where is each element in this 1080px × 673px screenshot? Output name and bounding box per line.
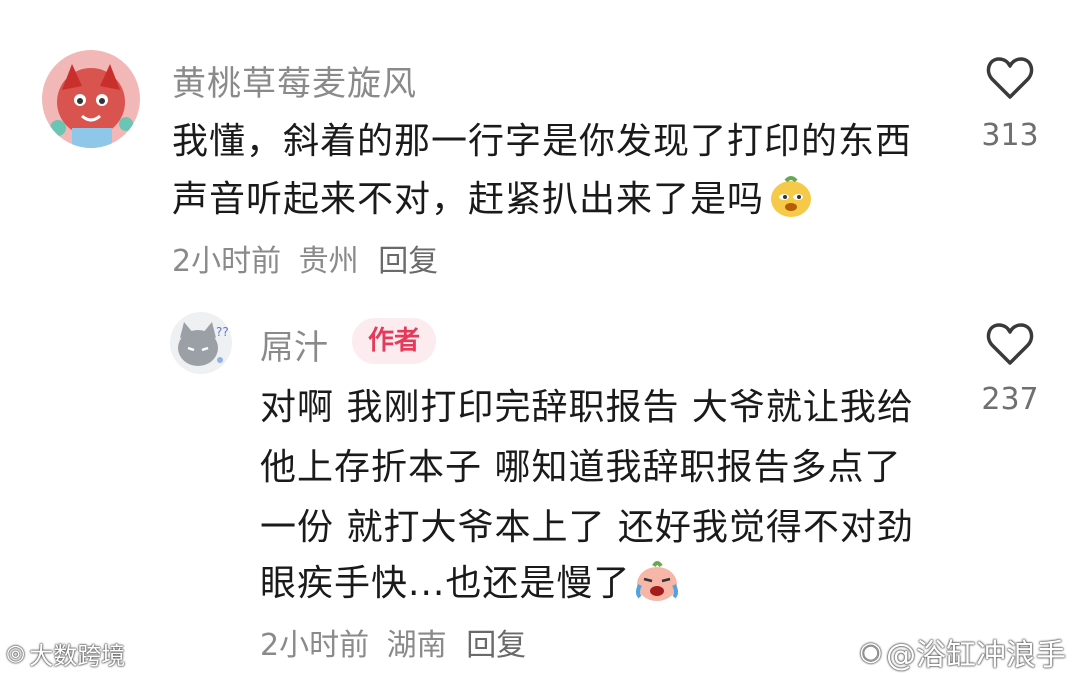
comment-text-line: 一份 就打大爷本上了 还好我觉得不对劲 (260, 507, 914, 548)
watermark-logo-icon: ◎ (6, 641, 26, 666)
watermark-text: @浴缸冲浪手 (886, 638, 1066, 673)
comment-location: 湖南 (386, 628, 447, 663)
comment-username[interactable]: 屌汁 (260, 320, 328, 369)
comment-meta: 2小时前 贵州 回复 (172, 236, 438, 280)
comment-location: 贵州 (298, 244, 359, 279)
comment-text-line: 对啊 我刚打印完辞职报告 大爷就让我给 (260, 387, 914, 428)
comment-text-line: 眼疾手快...也还是慢了 (260, 554, 680, 606)
comment-text: 眼疾手快...也还是慢了 (260, 563, 631, 604)
avatar-image (42, 50, 140, 148)
comment-meta: 2小时前 湖南 回复 (260, 620, 526, 664)
heart-icon[interactable] (986, 56, 1034, 100)
author-badge: 作者 (352, 318, 437, 364)
comment-text-line: 他上存折本子 哪知道我辞职报告多点了 (260, 447, 902, 488)
watermark-left: ◎ 大数跨境 (6, 636, 125, 671)
like-count: 237 (981, 382, 1039, 417)
sly-face-emoji (768, 173, 814, 219)
heart-icon[interactable] (986, 322, 1034, 366)
comment-text: 声音听起来不对，赶紧扒出来了是吗 (172, 179, 765, 220)
reply-button[interactable]: 回复 (466, 628, 526, 663)
weibo-logo-icon: ◉ (859, 637, 882, 667)
comment-time: 2小时前 (260, 628, 370, 663)
comment-text-line: 我懂，斜着的那一行字是你发现了打印的东西 (172, 121, 913, 162)
avatar[interactable] (42, 50, 140, 148)
svg-text:??: ?? (216, 325, 229, 339)
reply-button[interactable]: 回复 (378, 244, 438, 279)
comment-username[interactable]: 黄桃草莓麦旋风 (172, 56, 417, 105)
comment-thread: 黄桃草莓麦旋风 我懂，斜着的那一行字是你发现了打印的东西 声音听起来不对，赶紧扒… (0, 0, 1080, 673)
crying-laughing-emoji (634, 557, 680, 603)
watermark-text: 大数跨境 (29, 642, 126, 670)
comment-text-line: 声音听起来不对，赶紧扒出来了是吗 (172, 170, 814, 222)
comment-time: 2小时前 (172, 244, 282, 279)
avatar[interactable]: ?? (170, 312, 232, 374)
watermark-right: ◉ @浴缸冲浪手 (859, 630, 1066, 673)
like-count: 313 (981, 118, 1039, 153)
avatar-image: ?? (170, 312, 232, 374)
